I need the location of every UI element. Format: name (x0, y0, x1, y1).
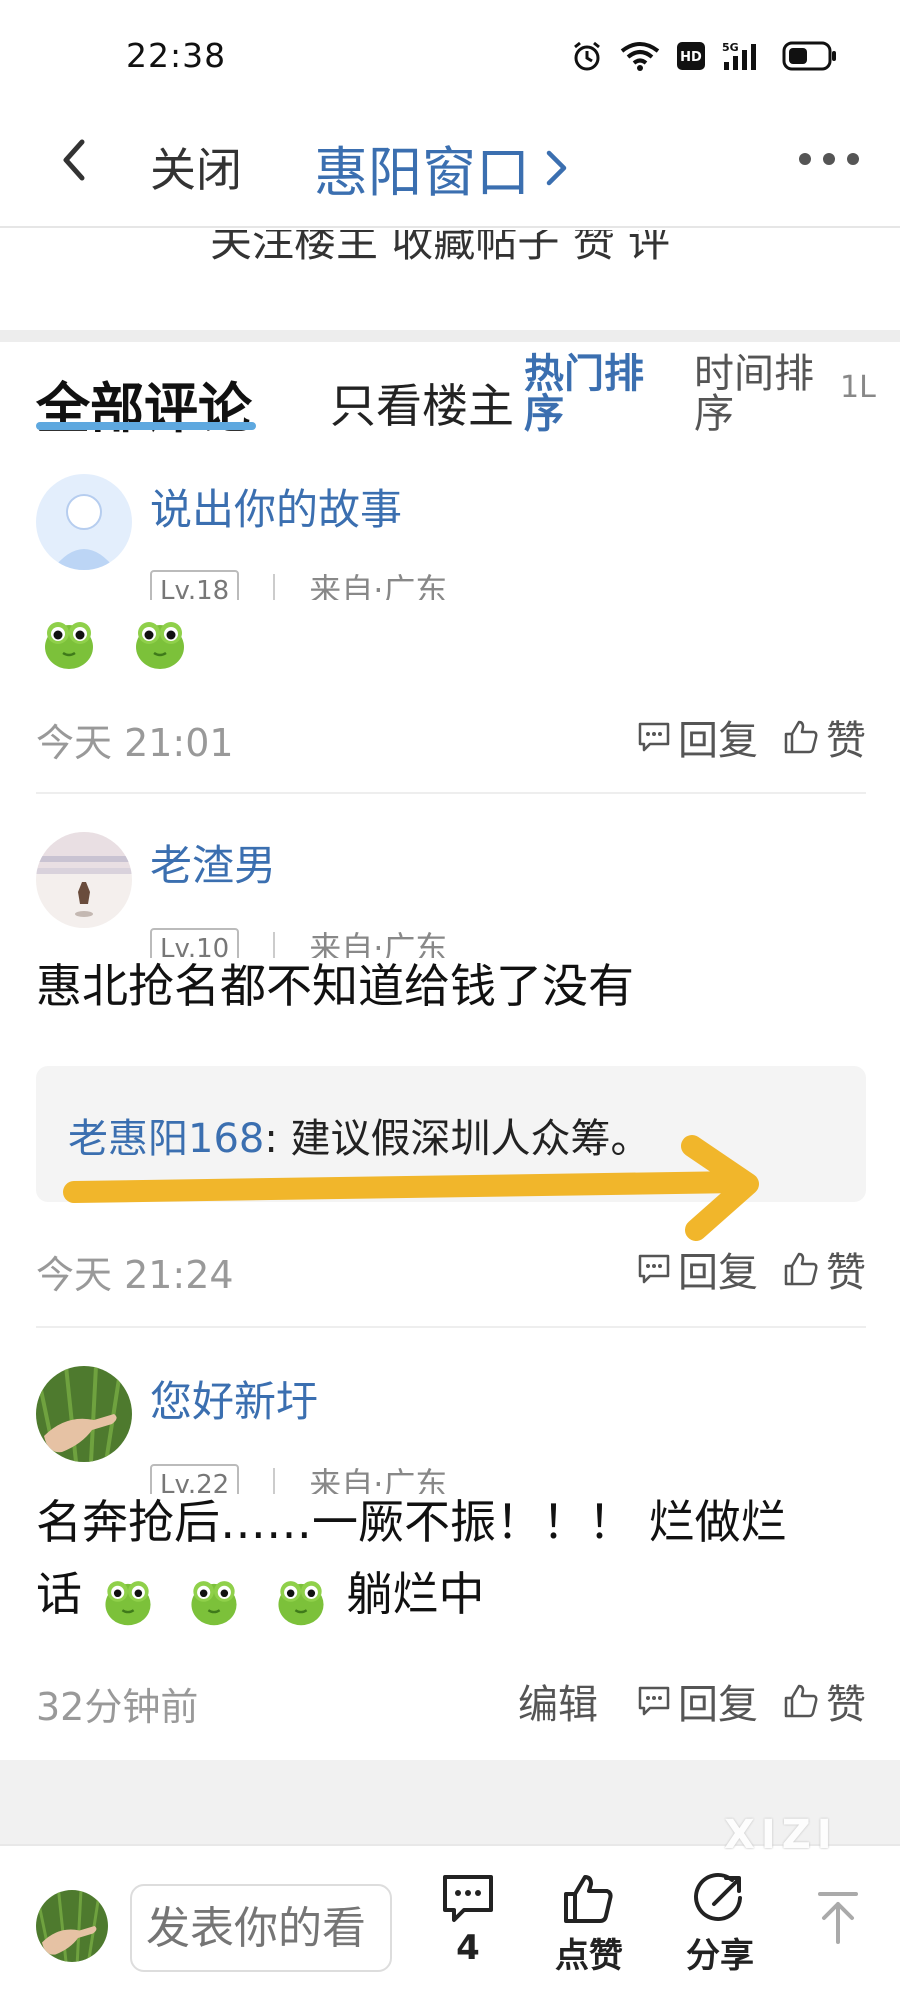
reply-label: 回复 (678, 718, 758, 764)
avatar[interactable] (36, 832, 132, 928)
like-post-button[interactable]: 点赞 (555, 1872, 623, 1977)
tab-overflow: 1L (840, 370, 876, 405)
post-actions-cut: 关注楼主 收藏帖子 赞 评 (0, 230, 900, 330)
battery-icon (782, 41, 836, 71)
svg-text:5G: 5G (722, 41, 739, 54)
like-post-label: 点赞 (555, 1936, 623, 1976)
comment-input[interactable] (130, 1884, 392, 1972)
my-avatar[interactable] (36, 1890, 108, 1962)
thumbs-up-icon (784, 1684, 818, 1718)
wifi-icon (620, 42, 660, 71)
post-actions-text: 关注楼主 收藏帖子 赞 评 (210, 230, 671, 266)
thumbs-up-icon (564, 1875, 613, 1923)
comment-username[interactable]: 您好新圩 (150, 1368, 318, 1429)
reply-bubble-icon (638, 722, 670, 752)
tab-all-comments[interactable]: 全部评论 (36, 364, 252, 443)
avatar[interactable] (36, 1366, 132, 1462)
reply-label: 回复 (678, 1250, 758, 1296)
reply-bubble-icon (638, 1686, 670, 1716)
alarm-icon (574, 41, 600, 71)
yellow-arrow-annotation (63, 1135, 759, 1241)
bottom-bar: 4 点赞 分享 (0, 1844, 900, 2000)
svg-text:HD: HD (680, 50, 702, 65)
like-label: 赞 (826, 718, 866, 764)
comment-content-line: 话 躺烂中 (36, 1558, 866, 1630)
comment-footer: 32分钟前 编辑 回复 赞 (36, 1672, 866, 1729)
nav-bar: 关闭 惠阳窗口 (0, 100, 900, 228)
quoted-reply[interactable]: 老惠阳168: 建议假深圳人众筹。 (36, 1066, 866, 1241)
comment-timestamp: 32分钟前 (36, 1685, 199, 1729)
status-bar: 22:38 HD 5G (0, 0, 900, 100)
like-label: 赞 (826, 1682, 866, 1728)
section-divider (0, 330, 900, 342)
comment-actions: 回复 赞 (636, 708, 866, 766)
comment-content-line: 名奔抢后……一厥不振！！！ 烂做烂 (36, 1495, 787, 1549)
reply-button[interactable]: 回复 (636, 1672, 758, 1730)
like-label: 赞 (826, 1250, 866, 1296)
comment-content: 名奔抢后……一厥不振！！！ 烂做烂 话 躺烂中 (36, 1486, 866, 1630)
comment-separator (36, 792, 866, 794)
comment-footer: 今天 21:01 回复 赞 (36, 708, 866, 765)
comment-username[interactable]: 说出你的故事 (150, 476, 402, 537)
status-time: 22:38 (126, 36, 227, 75)
chevron-right-icon (546, 150, 567, 185)
status-icons: HD 5G (570, 36, 838, 76)
signal-5g-icon: 5G (722, 41, 756, 70)
like-button[interactable]: 赞 (782, 1240, 866, 1298)
avatar[interactable] (36, 474, 132, 570)
reply-button[interactable]: 回复 (636, 708, 758, 766)
close-button[interactable]: 关闭 (150, 134, 242, 200)
comment-content: 惠北抢名都不知道给钱了没有 (36, 959, 634, 1013)
share-icon (694, 1872, 742, 1921)
more-icon[interactable] (796, 144, 862, 174)
comment-count: 4 (456, 1928, 480, 1968)
green-frog-emoji-icon (191, 1580, 237, 1625)
green-frog-emoji-icon (105, 1580, 151, 1625)
comment-separator (36, 1326, 866, 1328)
hd-icon: HD (677, 42, 705, 70)
watermark: XIZI (724, 1812, 838, 1858)
comment-timestamp: 今天 21:24 (36, 1253, 234, 1297)
comment-content (36, 600, 866, 673)
comment-text: 躺烂中 (346, 1567, 485, 1621)
share-label: 分享 (686, 1936, 754, 1976)
edit-button[interactable]: 编辑 (518, 1672, 598, 1730)
tab-sort-hot[interactable]: 热门排序 (524, 354, 654, 434)
forum-title: 惠阳窗口 (314, 141, 530, 204)
green-frog-emoji-icon (45, 621, 93, 669)
reply-label: 回复 (678, 1682, 758, 1728)
comment-tabs: 全部评论 只看楼主 热门排序 时间排序 1L (0, 342, 900, 452)
like-button[interactable]: 赞 (782, 708, 866, 766)
tab-sort-time[interactable]: 时间排序 (694, 354, 824, 434)
back-icon[interactable] (48, 130, 98, 190)
green-frog-emoji-icon (278, 1580, 324, 1625)
tab-active-indicator (36, 422, 256, 430)
comment-actions: 编辑 回复 赞 (518, 1672, 866, 1730)
comment-text: 话 (36, 1567, 82, 1621)
region-label: 来自·广东 (309, 571, 448, 600)
comment-footer: 今天 21:24 回复 赞 (36, 1240, 866, 1297)
comment-meta: Lv.18 来自·广东 (150, 570, 447, 600)
thumbs-up-icon (784, 720, 818, 754)
comments-button[interactable]: 4 (440, 1872, 496, 1968)
share-button[interactable]: 分享 (686, 1872, 754, 1977)
forum-title-link[interactable]: 惠阳窗口 (314, 128, 570, 207)
tab-op-only[interactable]: 只看楼主 (330, 370, 514, 436)
meta-divider (273, 574, 276, 600)
green-frog-emoji-icon (135, 621, 184, 669)
comment-bubble-icon (443, 1875, 493, 1922)
back-to-top-icon[interactable] (816, 1890, 860, 1946)
comment-actions: 回复 赞 (636, 1240, 866, 1298)
comment-timestamp: 今天 21:01 (36, 721, 234, 765)
level-badge: Lv.18 (150, 570, 240, 600)
comment-username[interactable]: 老渣男 (150, 832, 276, 893)
reply-bubble-icon (638, 1254, 670, 1284)
like-button[interactable]: 赞 (782, 1672, 866, 1730)
thumbs-up-icon (784, 1252, 818, 1286)
reply-button[interactable]: 回复 (636, 1240, 758, 1298)
